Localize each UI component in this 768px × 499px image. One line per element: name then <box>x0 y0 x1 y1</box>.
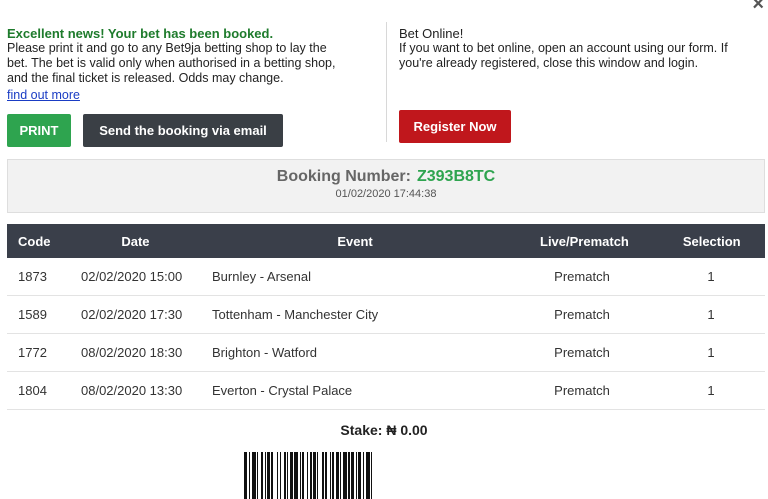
cell-date: 02/02/2020 17:30 <box>81 307 183 322</box>
cell-selection: 1 <box>707 307 715 322</box>
bet-online-desc-line: If you want to bet online, open an accou… <box>399 41 728 55</box>
desc-line: Please print it and go to any Bet9ja bet… <box>7 41 327 55</box>
booking-confirmation-panel: Excellent news! Your bet has been booked… <box>7 26 377 104</box>
cell-date: 08/02/2020 13:30 <box>81 383 183 398</box>
cell-event: Burnley - Arsenal <box>212 269 311 284</box>
cell-live-prematch: Prematch <box>554 383 610 398</box>
cell-selection: 1 <box>707 345 715 360</box>
booking-number-line: Booking Number: Z393B8TC <box>8 168 764 186</box>
header-event: Event <box>337 233 373 249</box>
cell-event: Everton - Crystal Palace <box>212 383 353 398</box>
cell-code: 1772 <box>18 345 47 360</box>
cell-live-prematch: Prematch <box>554 345 610 360</box>
desc-line: and the final ticket is released. Odds m… <box>7 71 284 85</box>
selections-table: Code Date Event Live/Prematch Selection … <box>7 224 765 410</box>
success-headline: Excellent news! Your bet has been booked… <box>7 26 274 41</box>
cell-selection: 1 <box>707 383 715 398</box>
booking-number-label: Booking Number: <box>276 168 411 185</box>
table-row: 1772 08/02/2020 18:30 Brighton - Watford… <box>7 334 765 372</box>
table-header: Code Date Event Live/Prematch Selection <box>7 224 765 258</box>
panel-divider <box>386 22 387 142</box>
booking-number-box: Booking Number: Z393B8TC 01/02/2020 17:44… <box>7 159 765 213</box>
close-icon[interactable]: × <box>752 0 764 14</box>
bet-online-panel: Bet Online! If you want to bet online, o… <box>399 26 761 71</box>
cell-date: 02/02/2020 15:00 <box>81 269 183 284</box>
cell-code: 1804 <box>18 383 47 398</box>
table-row: 1873 02/02/2020 15:00 Burnley - Arsenal … <box>7 258 765 296</box>
booking-number-value: Z393B8TC <box>416 168 496 185</box>
cell-event: Tottenham - Manchester City <box>212 307 379 322</box>
cell-code: 1589 <box>18 307 47 322</box>
bet-online-title: Bet Online! <box>399 26 464 41</box>
print-button[interactable]: PRINT <box>7 114 71 147</box>
cell-live-prematch: Prematch <box>554 307 610 322</box>
stake-amount: Stake: ₦ 0.00 <box>340 422 428 438</box>
find-out-more-link[interactable]: find out more <box>7 88 80 103</box>
cell-event: Brighton - Watford <box>212 345 318 360</box>
header-date: Date <box>121 233 150 249</box>
cell-live-prematch: Prematch <box>554 269 610 284</box>
cell-code: 1873 <box>18 269 47 284</box>
table-row: 1804 08/02/2020 13:30 Everton - Crystal … <box>7 372 765 410</box>
table-row: 1589 02/02/2020 17:30 Tottenham - Manche… <box>7 296 765 334</box>
booking-datetime: 01/02/2020 17:44:38 <box>335 188 437 200</box>
header-selection: Selection <box>682 233 741 249</box>
desc-line: bet. The bet is valid only when authoris… <box>7 56 336 70</box>
send-email-button[interactable]: Send the booking via email <box>83 114 283 147</box>
bet-online-desc-line: you're already registered, close this wi… <box>399 56 699 70</box>
booking-barcode <box>244 452 534 499</box>
header-code: Code <box>18 233 51 249</box>
register-now-button[interactable]: Register Now <box>399 110 511 143</box>
cell-selection: 1 <box>707 269 715 284</box>
header-live-prematch: Live/Prematch <box>540 233 629 249</box>
cell-date: 08/02/2020 18:30 <box>81 345 183 360</box>
